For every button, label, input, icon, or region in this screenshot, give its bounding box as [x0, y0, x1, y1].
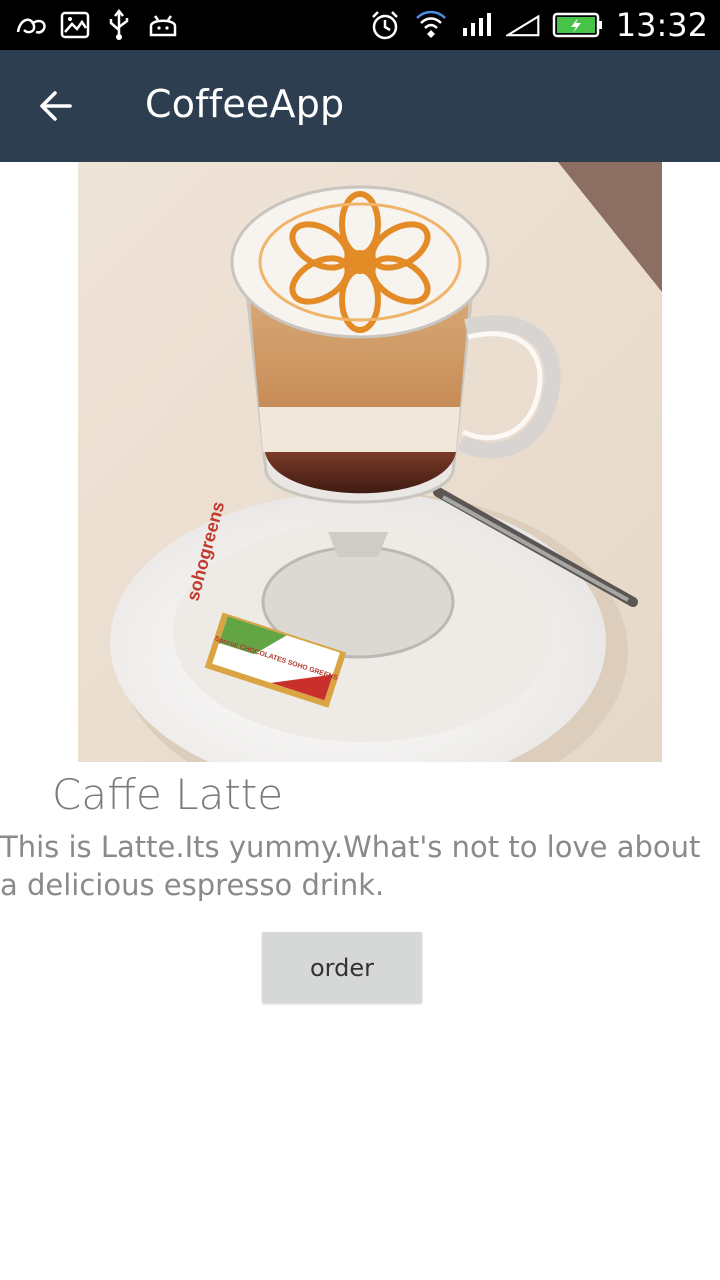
usb-icon: [109, 8, 129, 40]
app-bar: CoffeeApp: [0, 50, 720, 162]
gallery-icon: [60, 11, 90, 39]
order-button[interactable]: order: [262, 932, 422, 1003]
status-right-icons: 13:32: [368, 6, 708, 44]
signal-icon: [462, 13, 491, 36]
signal-empty-icon: [505, 14, 540, 37]
wifi-icon: [415, 10, 446, 38]
alipay-icon: [16, 18, 46, 34]
coffee-latte-photo: sohogreens Special CHOCOLATES SOHO GREEN…: [78, 162, 662, 762]
android-debug-icon: [149, 15, 177, 37]
battery-charging-icon: [552, 12, 602, 38]
alarm-icon: [371, 11, 398, 40]
coffee-name: Caffe Latte: [52, 770, 284, 819]
status-time: 13:32: [615, 6, 708, 44]
arrow-back-icon[interactable]: [34, 84, 78, 128]
status-bar: 13:32: [0, 0, 720, 50]
coffee-description: This is Latte.Its yummy.What's not to lo…: [0, 830, 701, 902]
app-title: CoffeeApp: [145, 82, 345, 126]
status-left-icons: [14, 8, 180, 42]
